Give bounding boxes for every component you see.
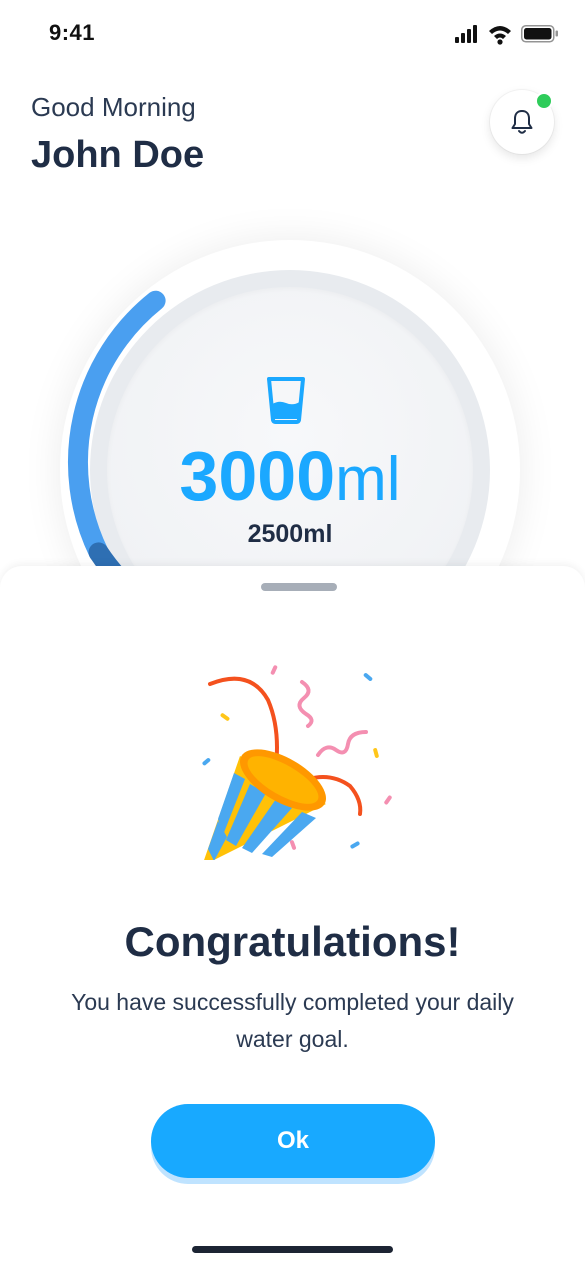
goal-amount: 2500ml bbox=[247, 520, 333, 548]
intake-amount: 3000ml bbox=[60, 436, 520, 516]
notification-dot bbox=[535, 92, 553, 110]
wifi-icon bbox=[489, 26, 511, 45]
intake-unit: ml bbox=[335, 445, 401, 514]
sheet-drag-handle[interactable] bbox=[261, 583, 337, 591]
status-time: 9:41 bbox=[49, 20, 96, 45]
ok-button[interactable]: Ok bbox=[151, 1104, 435, 1178]
user-name: John Doe bbox=[31, 134, 205, 176]
party-popper-icon bbox=[202, 665, 392, 860]
signal-icon bbox=[455, 25, 477, 43]
home-indicator[interactable] bbox=[192, 1246, 393, 1253]
congratulations-sheet: Congratulations! You have successfully c… bbox=[0, 566, 585, 1266]
congratulations-message: You have successfully completed your dai… bbox=[71, 989, 514, 1052]
notifications-button[interactable] bbox=[490, 90, 554, 154]
bell-icon bbox=[511, 110, 533, 134]
greeting-text: Good Morning bbox=[31, 92, 196, 122]
status-icons bbox=[455, 25, 558, 45]
status-bar: 9:41 bbox=[0, 0, 585, 70]
water-glass-icon bbox=[267, 377, 305, 424]
congratulations-title: Congratulations! bbox=[124, 918, 461, 965]
battery-icon bbox=[521, 25, 558, 43]
intake-number: 3000 bbox=[179, 437, 336, 515]
